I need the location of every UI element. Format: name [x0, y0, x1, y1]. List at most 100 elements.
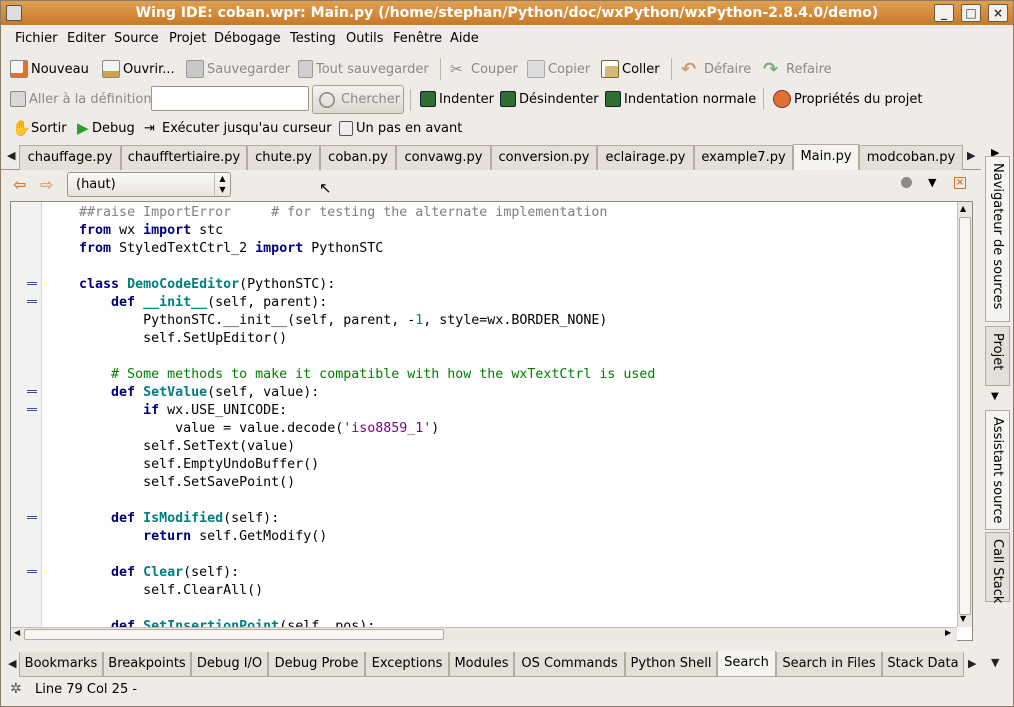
- code-line[interactable]: PythonSTC.__init__(self, parent, -1, sty…: [45, 312, 957, 330]
- tab-chaufftertiaire[interactable]: chaufftertiaire.py: [121, 145, 247, 170]
- menu-fichier[interactable]: Fichier: [15, 31, 58, 46]
- code-line[interactable]: def SetValue(self, value):: [45, 384, 957, 402]
- unindent-button[interactable]: Désindenter: [500, 88, 599, 110]
- scroll-left-icon[interactable]: ◀: [14, 628, 20, 637]
- menu-testing[interactable]: Testing: [290, 31, 336, 46]
- tab-breakpoints[interactable]: Breakpoints: [103, 652, 191, 677]
- back-arrow-icon[interactable]: ⇦: [13, 175, 26, 194]
- fold-marker-icon[interactable]: [27, 516, 37, 519]
- tab-debug-io[interactable]: Debug I/O: [191, 652, 268, 677]
- tab-modules[interactable]: Modules: [449, 652, 514, 677]
- tabs-scroll-left-icon[interactable]: ◀: [7, 149, 15, 162]
- scope-dropdown[interactable]: (haut) ▲ ▼: [67, 172, 231, 197]
- vertical-scroll-thumb[interactable]: [959, 217, 971, 615]
- indent-button[interactable]: Indenter: [420, 88, 494, 110]
- dropdown-menu-icon[interactable]: ▼: [928, 176, 936, 189]
- horizontal-scroll-thumb[interactable]: [24, 629, 444, 640]
- tab-eclairage[interactable]: eclairage.py: [597, 145, 694, 170]
- tab-project[interactable]: Projet: [985, 326, 1010, 386]
- tab-exceptions[interactable]: Exceptions: [365, 652, 449, 677]
- menu-source[interactable]: Source: [114, 31, 159, 46]
- step-button[interactable]: Un pas en avant: [339, 117, 462, 139]
- app-icon[interactable]: [6, 5, 22, 21]
- close-editor-icon[interactable]: ×: [954, 177, 966, 189]
- code-line[interactable]: ​: [45, 348, 957, 366]
- menu-projet[interactable]: Projet: [169, 31, 206, 46]
- code-line[interactable]: def Clear(self):: [45, 564, 957, 582]
- fold-marker-icon[interactable]: [27, 570, 37, 573]
- save-button[interactable]: Sauvegarder: [186, 58, 290, 80]
- copy-button[interactable]: Copier: [527, 58, 590, 80]
- scroll-up-icon[interactable]: ▲: [960, 204, 966, 213]
- tab-main[interactable]: Main.py: [793, 144, 859, 170]
- stop-button[interactable]: ✋ Sortir: [12, 117, 67, 139]
- tab-debug-probe[interactable]: Debug Probe: [268, 652, 365, 677]
- tab-chauffage[interactable]: chauffage.py: [19, 145, 121, 170]
- debug-button[interactable]: ▶ Debug: [77, 117, 135, 139]
- code-line[interactable]: # Some methods to make it compatible wit…: [45, 366, 957, 384]
- save-all-button[interactable]: Tout sauvegarder: [298, 58, 429, 80]
- tab-conversion[interactable]: conversion.py: [491, 145, 597, 170]
- normal-indent-button[interactable]: Indentation normale: [605, 88, 756, 110]
- redo-button[interactable]: ↷ Refaire: [763, 58, 832, 80]
- paste-button[interactable]: Coller: [601, 58, 660, 80]
- code-line[interactable]: def __init__(self, parent):: [45, 294, 957, 312]
- menu-fenetre[interactable]: Fenêtre: [393, 31, 442, 46]
- bottom-panel-menu-icon[interactable]: ▼: [991, 656, 999, 669]
- bottom-tabs-scroll-right-icon[interactable]: ▶: [968, 657, 976, 670]
- minimize-button[interactable]: _: [934, 4, 954, 22]
- fold-marker-icon[interactable]: [27, 300, 37, 303]
- horizontal-scrollbar[interactable]: ◀ ▶: [11, 627, 957, 641]
- tab-convawg[interactable]: convawg.py: [396, 145, 491, 170]
- search-button[interactable]: Chercher: [312, 85, 404, 114]
- tab-coban[interactable]: coban.py: [320, 145, 396, 170]
- vertical-scrollbar[interactable]: ▲ ▼: [957, 202, 972, 627]
- forward-arrow-icon[interactable]: ⇨: [40, 175, 53, 194]
- menu-debogage[interactable]: Débogage: [214, 31, 281, 46]
- code-line[interactable]: ​: [45, 600, 957, 618]
- code-line[interactable]: ​: [45, 258, 957, 276]
- tab-modcoban[interactable]: modcoban.py: [859, 145, 963, 170]
- code-line[interactable]: value = value.decode('iso8859_1'): [45, 420, 957, 438]
- fold-marker-icon[interactable]: [27, 390, 37, 393]
- tab-os-commands[interactable]: OS Commands: [514, 652, 625, 677]
- fold-marker-icon[interactable]: [27, 282, 37, 285]
- menu-editer[interactable]: Editer: [67, 31, 106, 46]
- undo-button[interactable]: ↶ Défaire: [681, 58, 751, 80]
- fold-margin[interactable]: [11, 202, 42, 627]
- code-line[interactable]: class DemoCodeEditor(PythonSTC):: [45, 276, 957, 294]
- tabs-scroll-right-icon[interactable]: ▶: [967, 149, 975, 162]
- cut-button[interactable]: ✂ Couper: [450, 58, 518, 80]
- new-button[interactable]: Nouveau: [10, 58, 89, 80]
- menu-aide[interactable]: Aide: [450, 31, 479, 46]
- side-panel-menu-icon[interactable]: ▼: [991, 391, 999, 402]
- project-properties-button[interactable]: Propriétés du projet: [773, 88, 922, 110]
- menu-outils[interactable]: Outils: [346, 31, 384, 46]
- code-line[interactable]: ​: [45, 492, 957, 510]
- code-line[interactable]: ##raise ImportError # for testing the al…: [45, 204, 957, 222]
- fold-marker-icon[interactable]: [27, 408, 37, 411]
- tab-bookmarks[interactable]: Bookmarks: [19, 652, 103, 677]
- tab-stack-data[interactable]: Stack Data: [882, 652, 964, 677]
- code-line[interactable]: def SetInsertionPoint(self, pos):: [45, 618, 957, 627]
- maximize-button[interactable]: □: [961, 4, 981, 22]
- run-to-cursor-button[interactable]: ⇥ Exécuter jusqu'au curseur: [144, 117, 332, 139]
- tab-call-stack[interactable]: Call Stack: [985, 532, 1010, 603]
- goto-definition-button[interactable]: Aller à la définition: [10, 88, 152, 110]
- tab-example7[interactable]: example7.py: [694, 145, 793, 170]
- tab-source-browser[interactable]: Navigateur de sources: [985, 156, 1010, 322]
- code-line[interactable]: ​: [45, 546, 957, 564]
- scroll-down-icon[interactable]: ▼: [960, 614, 966, 623]
- tab-chute[interactable]: chute.py: [247, 145, 320, 170]
- open-button[interactable]: Ouvrir...: [102, 58, 175, 80]
- tab-source-assistant[interactable]: Assistant source: [985, 410, 1010, 530]
- code-line[interactable]: return self.GetModify(): [45, 528, 957, 546]
- search-input[interactable]: [151, 86, 309, 111]
- close-button[interactable]: ×: [988, 4, 1008, 22]
- code-line[interactable]: if wx.USE_UNICODE:: [45, 402, 957, 420]
- code-line[interactable]: self.ClearAll(): [45, 582, 957, 600]
- scroll-right-icon[interactable]: ▶: [945, 628, 951, 637]
- code-line[interactable]: self.SetSavePoint(): [45, 474, 957, 492]
- tab-python-shell[interactable]: Python Shell: [625, 652, 717, 677]
- options-icon[interactable]: [901, 177, 912, 188]
